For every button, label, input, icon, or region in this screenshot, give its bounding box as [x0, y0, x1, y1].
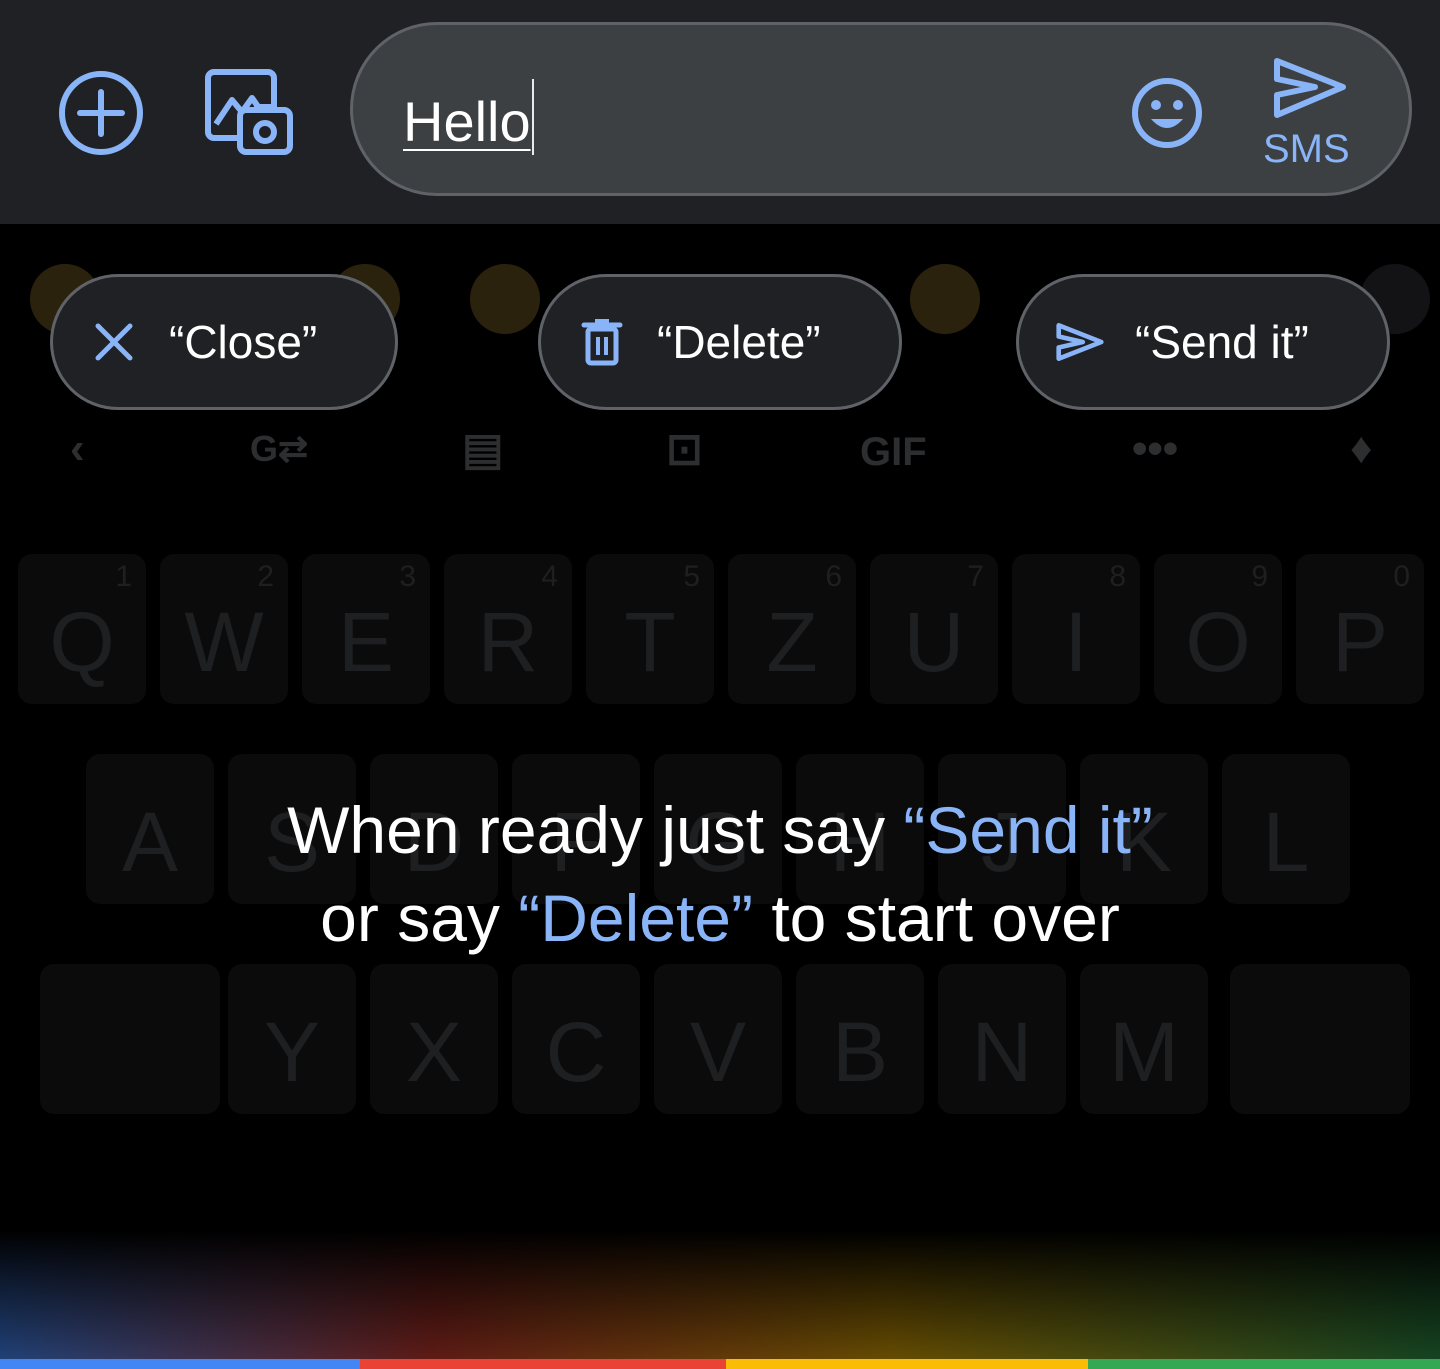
send-sms-button[interactable]: SMS: [1259, 55, 1359, 175]
compose-bar: Hello SMS: [0, 0, 1440, 224]
key: 3E: [302, 554, 430, 704]
send-icon: [1055, 317, 1105, 367]
key: V: [654, 964, 782, 1114]
send-icon: [1274, 58, 1346, 118]
color-segment-yellow: [726, 1359, 1088, 1369]
key: X: [370, 964, 498, 1114]
key: Y: [228, 964, 356, 1114]
gallery-camera-icon: [205, 69, 293, 155]
key: 9O: [1154, 554, 1282, 704]
assistant-color-bar: [0, 1359, 1440, 1369]
add-attachment-button[interactable]: [56, 68, 146, 158]
screenshot-icon: ⊡: [666, 425, 703, 474]
backspace-key: [1230, 964, 1410, 1114]
color-segment-blue: [0, 1359, 360, 1369]
microphone-icon: ♦: [1350, 424, 1373, 473]
voice-command-delete-chip[interactable]: “Delete”: [538, 274, 902, 410]
key: M: [1080, 964, 1208, 1114]
gif-button: GIF: [860, 430, 927, 474]
hint-command-send: “Send it”: [903, 793, 1153, 867]
message-input-text[interactable]: Hello: [403, 79, 534, 155]
message-input-field[interactable]: Hello SMS: [350, 22, 1412, 196]
shift-key: [40, 964, 220, 1114]
key: B: [796, 964, 924, 1114]
color-segment-red: [360, 1359, 726, 1369]
trash-icon: [577, 317, 627, 367]
color-segment-green: [1088, 1359, 1440, 1369]
hint-line-1: When ready just say “Send it”: [287, 793, 1153, 867]
close-icon: [89, 317, 139, 367]
key: 4R: [444, 554, 572, 704]
hint-line-2: or say “Delete” to start over: [320, 881, 1120, 955]
chip-label: “Close”: [169, 316, 318, 368]
gallery-camera-button[interactable]: [200, 66, 296, 158]
key: 0P: [1296, 554, 1424, 704]
key: C: [512, 964, 640, 1114]
voice-command-send-chip[interactable]: “Send it”: [1016, 274, 1390, 410]
more-icon: •••: [1132, 424, 1179, 473]
voice-command-close-chip[interactable]: “Close”: [50, 274, 398, 410]
translate-icon: G⇄: [250, 428, 309, 469]
key: 6Z: [728, 554, 856, 704]
clipboard-icon: ▤: [462, 425, 504, 474]
key: N: [938, 964, 1066, 1114]
send-sms-label: SMS: [1263, 127, 1350, 171]
emoji-suggestion: [910, 264, 980, 334]
chip-label: “Send it”: [1135, 316, 1309, 368]
key: 8I: [1012, 554, 1140, 704]
back-chevron-icon: ‹: [70, 424, 85, 473]
key: 2W: [160, 554, 288, 704]
key: 7U: [870, 554, 998, 704]
key: 5T: [586, 554, 714, 704]
assistant-glow: [0, 1230, 1440, 1360]
chip-label: “Delete”: [657, 316, 821, 368]
key: 1Q: [18, 554, 146, 704]
text-cursor: [531, 79, 534, 155]
voice-hint-text: When ready just say “Send it” or say “De…: [0, 786, 1440, 962]
hint-command-delete: “Delete”: [518, 881, 753, 955]
emoji-suggestion: [470, 264, 540, 334]
emoji-icon: [1132, 78, 1202, 148]
emoji-button[interactable]: [1127, 73, 1207, 153]
keyboard-toolbar: ‹ G⇄ ▤ ⊡ GIF ••• ♦: [0, 420, 1440, 500]
plus-circle-icon: [59, 71, 143, 155]
